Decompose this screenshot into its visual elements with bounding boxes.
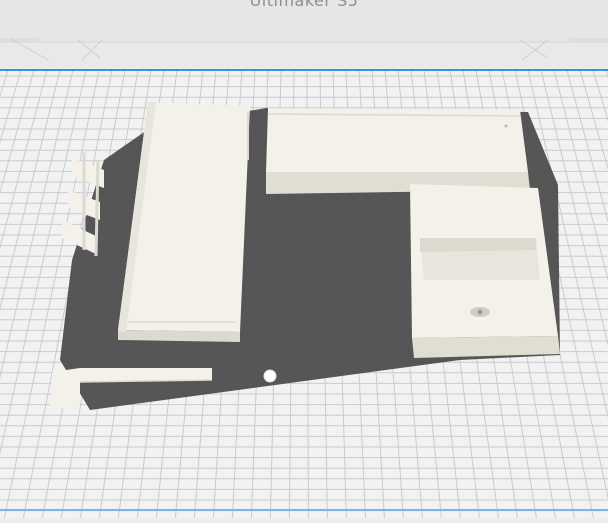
3d-viewport[interactable]: Ultimaker S5 — [0, 0, 608, 518]
build-plate-scene[interactable] — [0, 0, 608, 518]
rotation-handle-dot[interactable] — [263, 369, 277, 383]
top-right-block[interactable] — [266, 108, 530, 194]
printer-frame — [0, 0, 608, 68]
right-box[interactable] — [410, 184, 560, 358]
